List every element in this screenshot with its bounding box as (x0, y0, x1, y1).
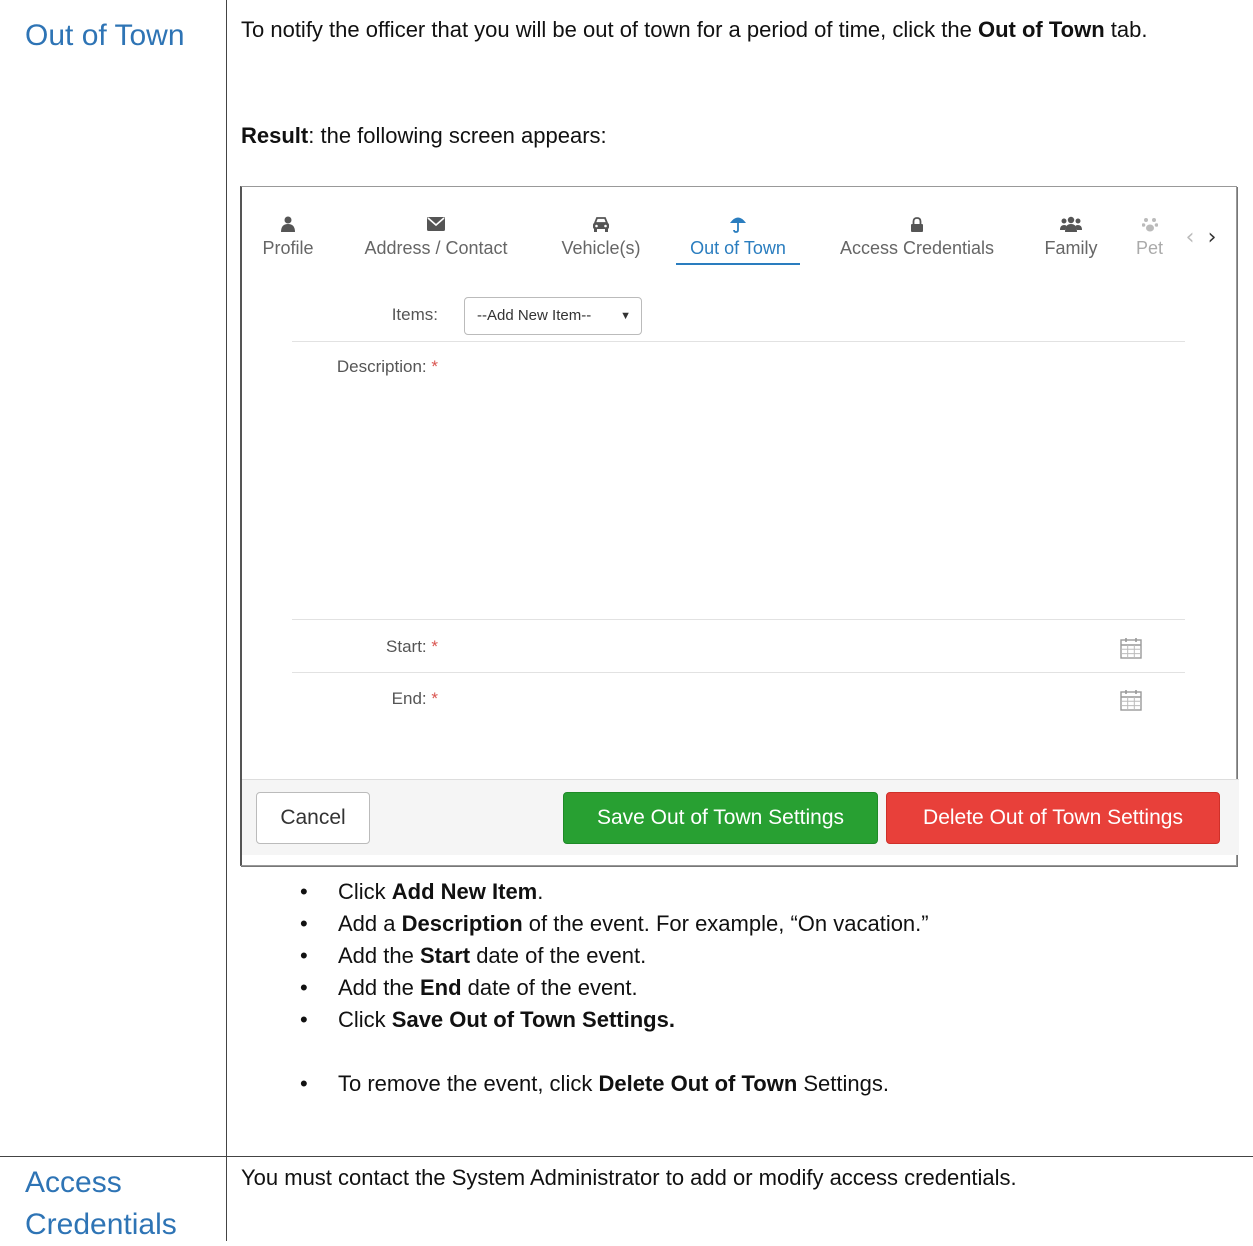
items-select[interactable]: --Add New Item-- ▼ (464, 297, 642, 335)
list-item: Click Add New Item. (300, 876, 929, 908)
item-text: Add the (338, 975, 420, 1000)
intro-text-end: tab. (1104, 17, 1148, 42)
chevron-right-icon[interactable]: › (1201, 225, 1223, 250)
item-text: of the event. For example, “On vacation.… (522, 911, 929, 936)
item-text: Click (338, 879, 392, 904)
tab-access-credentials[interactable]: Access Credentials (826, 213, 1008, 265)
description-label: Description: * (302, 357, 438, 377)
item-text: Settings. (797, 1071, 889, 1096)
users-icon (1036, 213, 1106, 235)
required-mark: * (431, 357, 438, 376)
paw-icon (1128, 213, 1172, 235)
delete-out-of-town-button[interactable]: Delete Out of Town Settings (886, 792, 1220, 844)
lock-icon (826, 213, 1008, 235)
intro-bold: Out of Town (977, 17, 1105, 42)
tab-bar: Profile Address / Contact Vehicle(s) Out… (242, 187, 1239, 265)
item-bold: End (419, 975, 462, 1000)
list-item: Add a Description of the event. For exam… (300, 908, 929, 940)
instruction-list: Click Add New Item. Add a Description of… (300, 876, 929, 1100)
app-layer: Profile Address / Contact Vehicle(s) Out… (240, 186, 1239, 866)
tab-label: Vehicle(s) (561, 238, 641, 258)
tab-pet[interactable]: Pet (1128, 213, 1172, 265)
required-mark: * (431, 689, 438, 708)
list-item: Add the Start date of the event. (300, 940, 929, 972)
umbrella-icon (676, 213, 800, 235)
calendar-icon[interactable] (1120, 637, 1142, 659)
tab-out-of-town[interactable]: Out of Town (676, 213, 800, 265)
description-textarea[interactable] (464, 347, 1184, 617)
tab-label: Address / Contact (364, 238, 508, 258)
end-label: End: * (302, 689, 438, 709)
tab-family[interactable]: Family (1036, 213, 1106, 265)
tab-label: Pet (1136, 238, 1164, 258)
end-date-input[interactable] (464, 679, 1104, 719)
caret-down-icon: ▼ (620, 310, 631, 322)
item-bold: Start (419, 943, 471, 968)
list-item: Add the End date of the event. (300, 972, 929, 1004)
user-icon (254, 213, 322, 235)
tab-label: Family (1044, 238, 1098, 258)
envelope-icon (350, 213, 522, 235)
car-icon (552, 213, 650, 235)
calendar-icon[interactable] (1120, 689, 1142, 711)
section-title-access-credentials: Access Credentials (25, 1162, 177, 1246)
required-mark: * (431, 637, 438, 656)
start-date-input[interactable] (464, 627, 1104, 667)
access-credentials-paragraph: You must contact the System Administrato… (241, 1165, 1017, 1190)
tab-vehicles[interactable]: Vehicle(s) (552, 213, 650, 265)
tab-profile[interactable]: Profile (254, 213, 322, 265)
item-bold: Add New Item (391, 879, 538, 904)
item-text: To remove the event, click (338, 1071, 599, 1096)
list-item: To remove the event, click Delete Out of… (300, 1068, 929, 1100)
tab-label: Profile (262, 238, 314, 258)
title-line: Credentials (25, 1208, 177, 1241)
start-label-text: Start: (386, 637, 427, 656)
item-text: Add the (338, 943, 420, 968)
section-title-out-of-town: Out of Town (25, 19, 185, 52)
intro-text: To notify the officer that you will be o… (241, 17, 978, 42)
item-text: Add a (338, 911, 402, 936)
item-text: Click (338, 1007, 392, 1032)
list-item: Click Save Out of Town Settings. (300, 1004, 929, 1036)
item-text: date of the event. (470, 943, 647, 968)
item-bold: Description (401, 911, 523, 936)
items-select-value: --Add New Item-- (477, 307, 592, 324)
item-bold: Delete Out of Town (598, 1071, 798, 1096)
end-label-text: End: (391, 689, 427, 708)
form-footer: Cancel Save Out of Town Settings Delete … (242, 779, 1239, 855)
divider (292, 341, 1185, 342)
chevron-left-icon[interactable]: ‹ (1179, 225, 1201, 250)
table-column-divider (226, 0, 227, 1241)
tab-label: Out of Town (690, 238, 786, 258)
items-label: Items: (391, 305, 438, 324)
result-text: : the following screen appears: (308, 123, 607, 148)
item-text: date of the event. (461, 975, 638, 1000)
tab-address-contact[interactable]: Address / Contact (350, 213, 522, 265)
result-bold: Result (241, 123, 309, 148)
tab-scroll-arrows: ‹ › (1179, 225, 1223, 250)
save-out-of-town-button[interactable]: Save Out of Town Settings (563, 792, 878, 844)
tab-label: Access Credentials (839, 238, 995, 258)
item-bold: Save Out of Town Settings. (391, 1007, 675, 1032)
result-paragraph: Result: the following screen appears: (241, 120, 1231, 152)
item-text: . (537, 879, 544, 904)
divider (292, 672, 1185, 673)
app-frame: Profile Address / Contact Vehicle(s) Out… (240, 186, 1239, 866)
table-row-divider (0, 1156, 1253, 1157)
description-label-text: Description: (336, 357, 427, 376)
title-line: Access (25, 1166, 122, 1199)
cancel-button[interactable]: Cancel (256, 792, 370, 844)
start-label: Start: * (302, 637, 438, 657)
divider (292, 619, 1185, 620)
intro-paragraph: To notify the officer that you will be o… (241, 14, 1231, 46)
